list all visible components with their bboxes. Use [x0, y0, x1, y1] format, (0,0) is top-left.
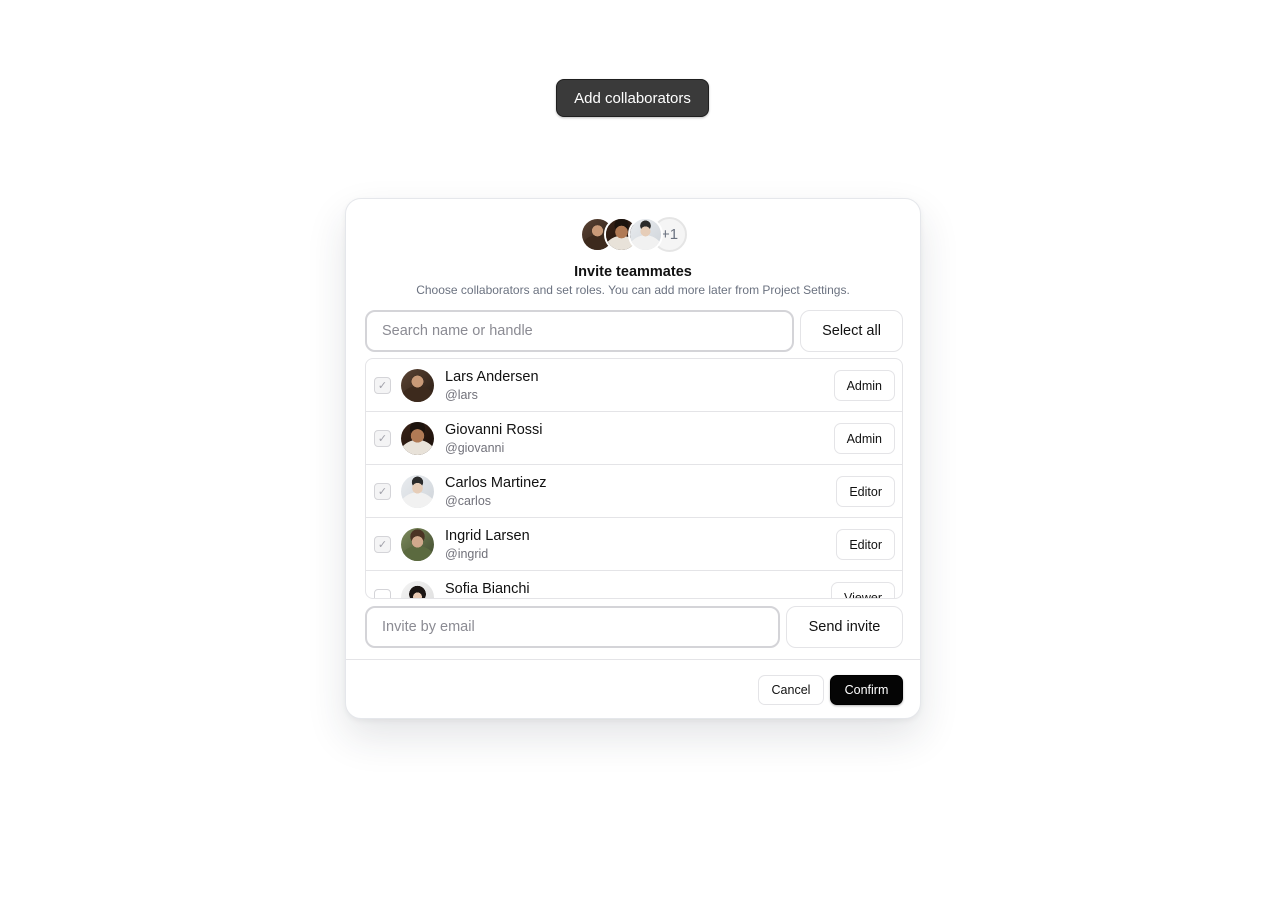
member-name: Giovanni Rossi — [445, 422, 543, 438]
stack-avatar-carlos — [628, 217, 663, 252]
member-name: Ingrid Larsen — [445, 528, 530, 544]
member-handle: @carlos — [445, 494, 492, 508]
member-handle: @ingrid — [445, 547, 489, 561]
role-select-button[interactable]: Admin — [833, 423, 895, 454]
member-checkbox[interactable]: ✓ — [374, 483, 391, 500]
role-select-button[interactable]: Admin — [833, 370, 895, 401]
send-invite-button[interactable]: Send invite — [786, 606, 903, 648]
avatar — [401, 475, 434, 508]
dialog-subtitle: Choose collaborators and set roles. You … — [416, 283, 850, 297]
invite-dialog: +1 Invite teammates Choose collaborators… — [345, 198, 921, 719]
selected-avatars-stack: +1 — [580, 217, 687, 253]
role-select-button[interactable]: Editor — [836, 476, 895, 507]
footer-divider — [346, 659, 920, 660]
invite-email-input[interactable] — [365, 606, 780, 648]
select-all-button[interactable]: Select all — [800, 310, 903, 352]
check-icon: ✓ — [377, 539, 388, 551]
member-row-lars[interactable]: ✓ Lars Andersen @lars Admin — [366, 359, 902, 412]
member-name: Sofia Bianchi — [445, 581, 530, 597]
avatar — [401, 581, 434, 598]
add-collaborators-button[interactable]: Add collaborators — [556, 79, 709, 117]
member-handle: @giovanni — [445, 441, 505, 455]
member-list[interactable]: ✓ Lars Andersen @lars Admin ✓ Giovanni R… — [365, 358, 903, 599]
search-input[interactable] — [365, 310, 794, 352]
member-checkbox[interactable]: ✓ — [374, 377, 391, 394]
role-select-button[interactable]: Viewer — [831, 582, 895, 598]
check-icon: ✓ — [377, 433, 388, 445]
member-row-giovanni[interactable]: ✓ Giovanni Rossi @giovanni Admin — [366, 412, 902, 465]
check-icon: ✓ — [377, 380, 388, 392]
member-checkbox[interactable]: ✓ — [374, 430, 391, 447]
avatar — [401, 369, 434, 402]
member-handle: @lars — [445, 388, 478, 402]
member-name: Carlos Martinez — [445, 475, 547, 491]
member-row-ingrid[interactable]: ✓ Ingrid Larsen @ingrid Editor — [366, 518, 902, 571]
member-row-carlos[interactable]: ✓ Carlos Martinez @carlos Editor — [366, 465, 902, 518]
confirm-button[interactable]: Confirm — [830, 675, 903, 705]
member-row-sofia[interactable]: Sofia Bianchi Viewer — [366, 571, 902, 598]
check-icon: ✓ — [377, 486, 388, 498]
role-select-button[interactable]: Editor — [836, 529, 895, 560]
member-checkbox[interactable] — [374, 589, 391, 598]
cancel-button[interactable]: Cancel — [758, 675, 824, 705]
avatar — [401, 422, 434, 455]
dialog-title: Invite teammates — [574, 264, 692, 280]
member-checkbox[interactable]: ✓ — [374, 536, 391, 553]
member-name: Lars Andersen — [445, 369, 539, 385]
avatar — [401, 528, 434, 561]
